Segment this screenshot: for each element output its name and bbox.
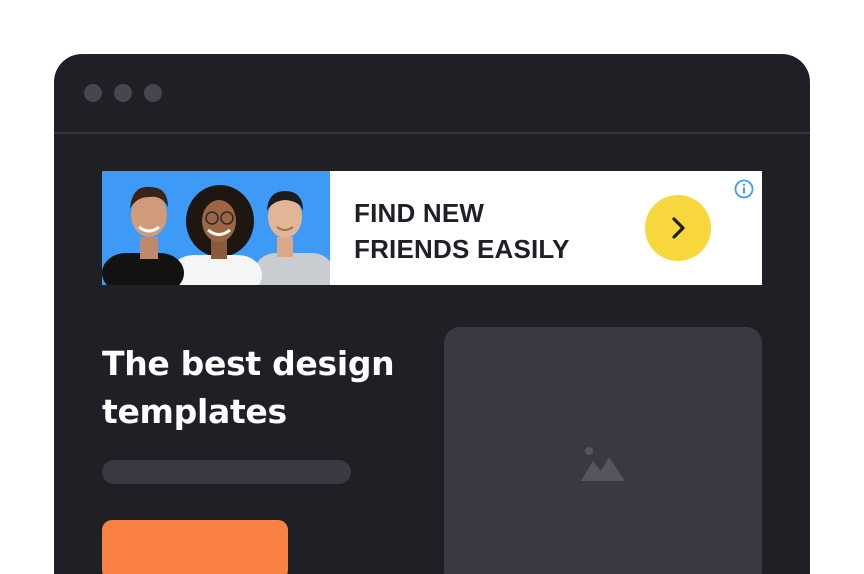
window-titlebar — [54, 54, 810, 134]
browser-window: FIND NEW FRIENDS EASILY The best design … — [54, 54, 810, 574]
info-icon — [734, 179, 754, 199]
hero-title: The best design templates — [102, 340, 442, 436]
ad-people-photo — [102, 171, 330, 285]
window-dot[interactable] — [114, 84, 132, 102]
window-dot[interactable] — [84, 84, 102, 102]
ad-headline-line-2: FRIENDS EASILY — [354, 234, 570, 264]
ad-headline-line-1: FIND NEW — [354, 198, 485, 228]
image-icon — [581, 447, 625, 481]
hero-title-line-1: The best design — [102, 344, 395, 383]
hero-title-line-2: templates — [102, 392, 287, 431]
image-placeholder — [444, 327, 762, 574]
text-placeholder — [102, 460, 351, 484]
chevron-right-icon — [672, 217, 685, 239]
ad-cta-button[interactable] — [645, 195, 711, 261]
ad-banner[interactable]: FIND NEW FRIENDS EASILY — [102, 171, 762, 285]
people-illustration — [102, 185, 330, 285]
primary-cta-button[interactable] — [102, 520, 288, 574]
ad-info-button[interactable] — [734, 179, 754, 199]
window-dot[interactable] — [144, 84, 162, 102]
ad-headline[interactable]: FIND NEW FRIENDS EASILY — [354, 195, 614, 267]
